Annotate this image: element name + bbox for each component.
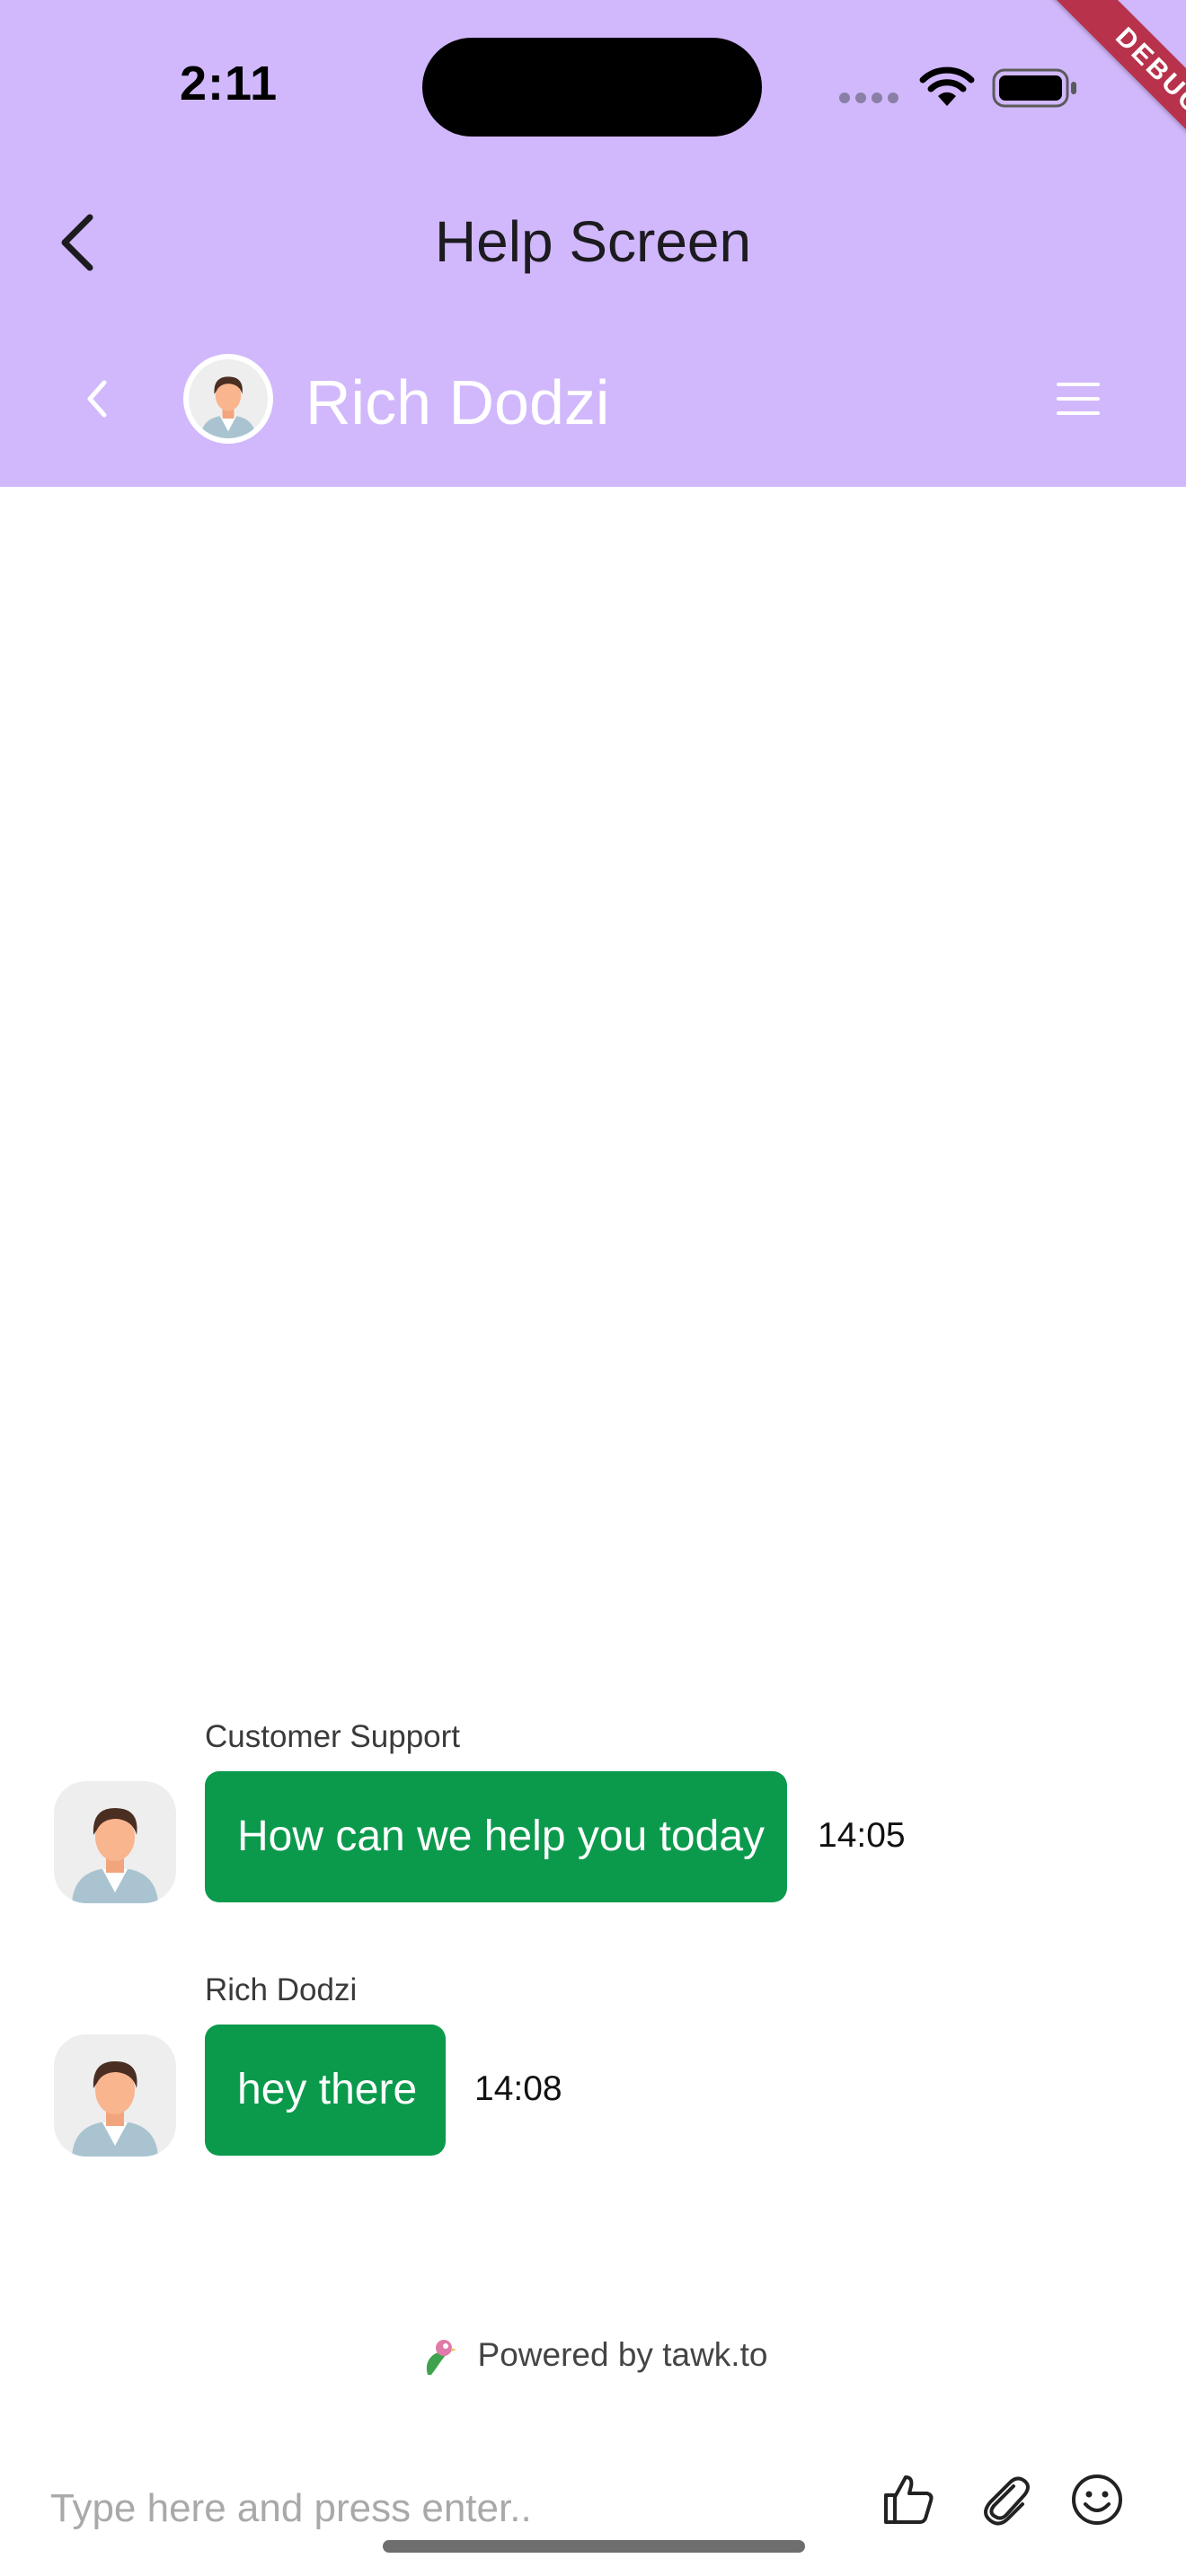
message-bubble: hey there	[205, 2025, 446, 2156]
wifi-icon	[919, 66, 975, 106]
emoji-icon[interactable]	[1069, 2472, 1125, 2527]
message-sender: Rich Dodzi	[205, 1972, 358, 2007]
message-input[interactable]	[49, 2479, 843, 2538]
dynamic-island	[422, 38, 762, 137]
paperclip-icon[interactable]	[978, 2472, 1033, 2527]
powered-by-text: Powered by tawk.to	[477, 2335, 768, 2373]
message-sender: Customer Support	[205, 1719, 461, 1754]
battery-icon	[992, 68, 1076, 108]
home-indicator[interactable]	[383, 2540, 805, 2553]
message-time: 14:08	[474, 2069, 562, 2108]
tawk-logo-icon	[426, 2340, 456, 2375]
hamburger-menu-button[interactable]	[1053, 377, 1103, 420]
sender-avatar	[54, 2034, 176, 2157]
message-time: 14:05	[818, 1816, 906, 1855]
message-bubble: How can we help you today	[205, 1771, 787, 1902]
page-title: Help Screen	[434, 209, 752, 274]
thumbs-up-icon[interactable]	[881, 2472, 936, 2527]
chat-agent-name: Rich Dodzi	[305, 367, 610, 437]
app-header: 2:11 DEBUG Help Screen Rich Dodzi	[0, 0, 1186, 487]
powered-by[interactable]: Powered by tawk.to	[0, 2335, 1186, 2378]
agent-avatar	[183, 354, 273, 444]
chat-back-button[interactable]	[81, 375, 113, 422]
status-time: 2:11	[180, 57, 279, 110]
sender-avatar	[54, 1781, 176, 1903]
